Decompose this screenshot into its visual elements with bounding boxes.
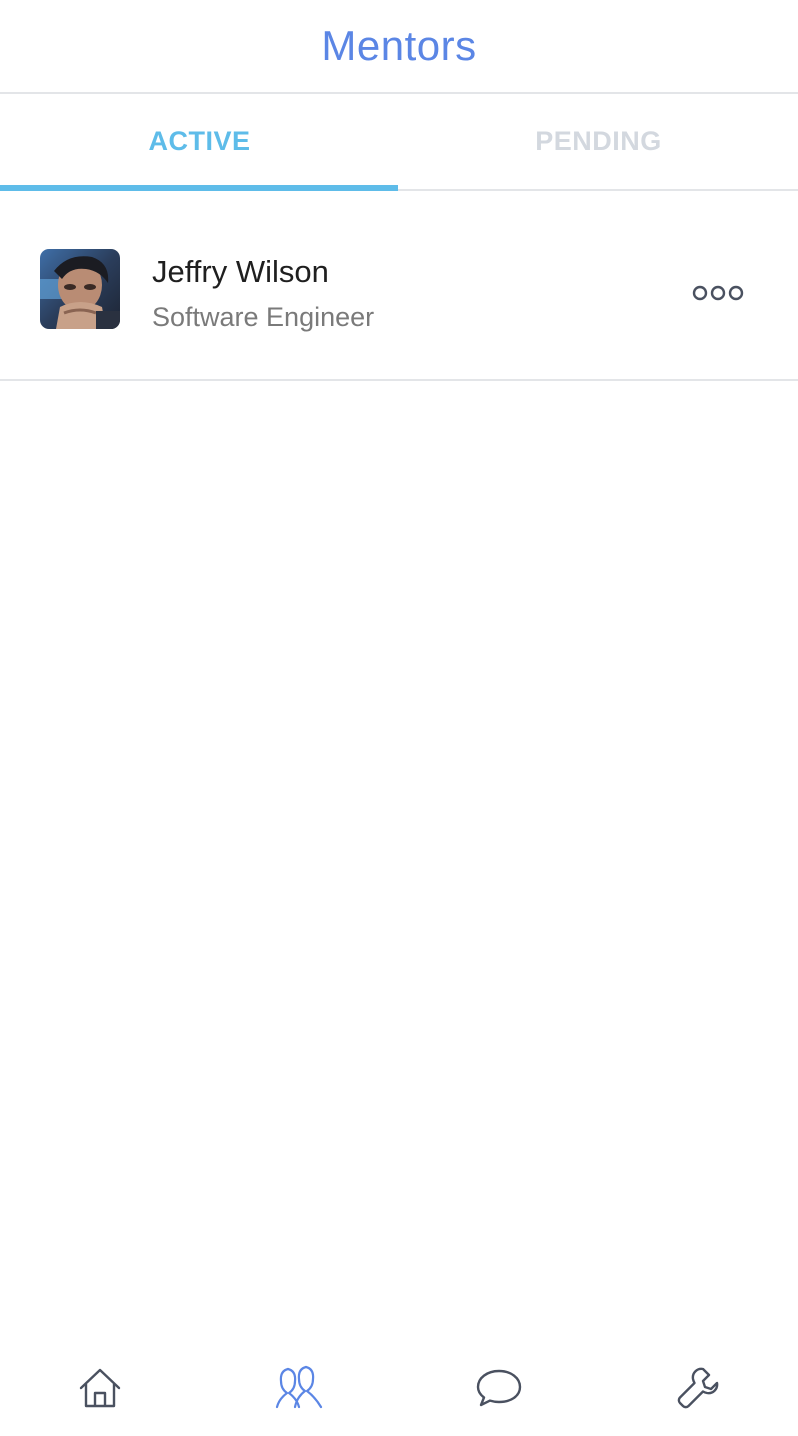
nav-settings[interactable]	[599, 1340, 798, 1436]
tab-bar: ACTIVE PENDING	[0, 94, 798, 191]
wrench-icon	[677, 1367, 719, 1409]
page-title: Mentors	[321, 22, 477, 69]
app-header: Mentors	[0, 0, 798, 94]
tab-pending[interactable]: PENDING	[399, 94, 798, 189]
avatar	[40, 249, 120, 329]
nav-messages[interactable]	[399, 1340, 599, 1436]
list-item[interactable]: Jeffry Wilson Software Engineer	[0, 191, 798, 381]
tab-active-label: ACTIVE	[148, 126, 251, 156]
home-icon	[79, 1368, 120, 1408]
tab-active[interactable]: ACTIVE	[0, 94, 399, 191]
mentor-list: Jeffry Wilson Software Engineer	[0, 191, 798, 381]
mentor-name: Jeffry Wilson	[152, 254, 329, 289]
chat-bubble-icon	[476, 1369, 521, 1407]
nav-home[interactable]	[0, 1340, 200, 1436]
people-icon	[276, 1365, 323, 1409]
bottom-navigation	[0, 1340, 798, 1436]
more-horizontal-icon	[692, 285, 744, 301]
nav-mentors[interactable]	[200, 1340, 400, 1436]
mentor-title: Software Engineer	[152, 302, 375, 332]
more-options-button[interactable]	[686, 273, 750, 313]
tab-pending-label: PENDING	[535, 126, 662, 156]
